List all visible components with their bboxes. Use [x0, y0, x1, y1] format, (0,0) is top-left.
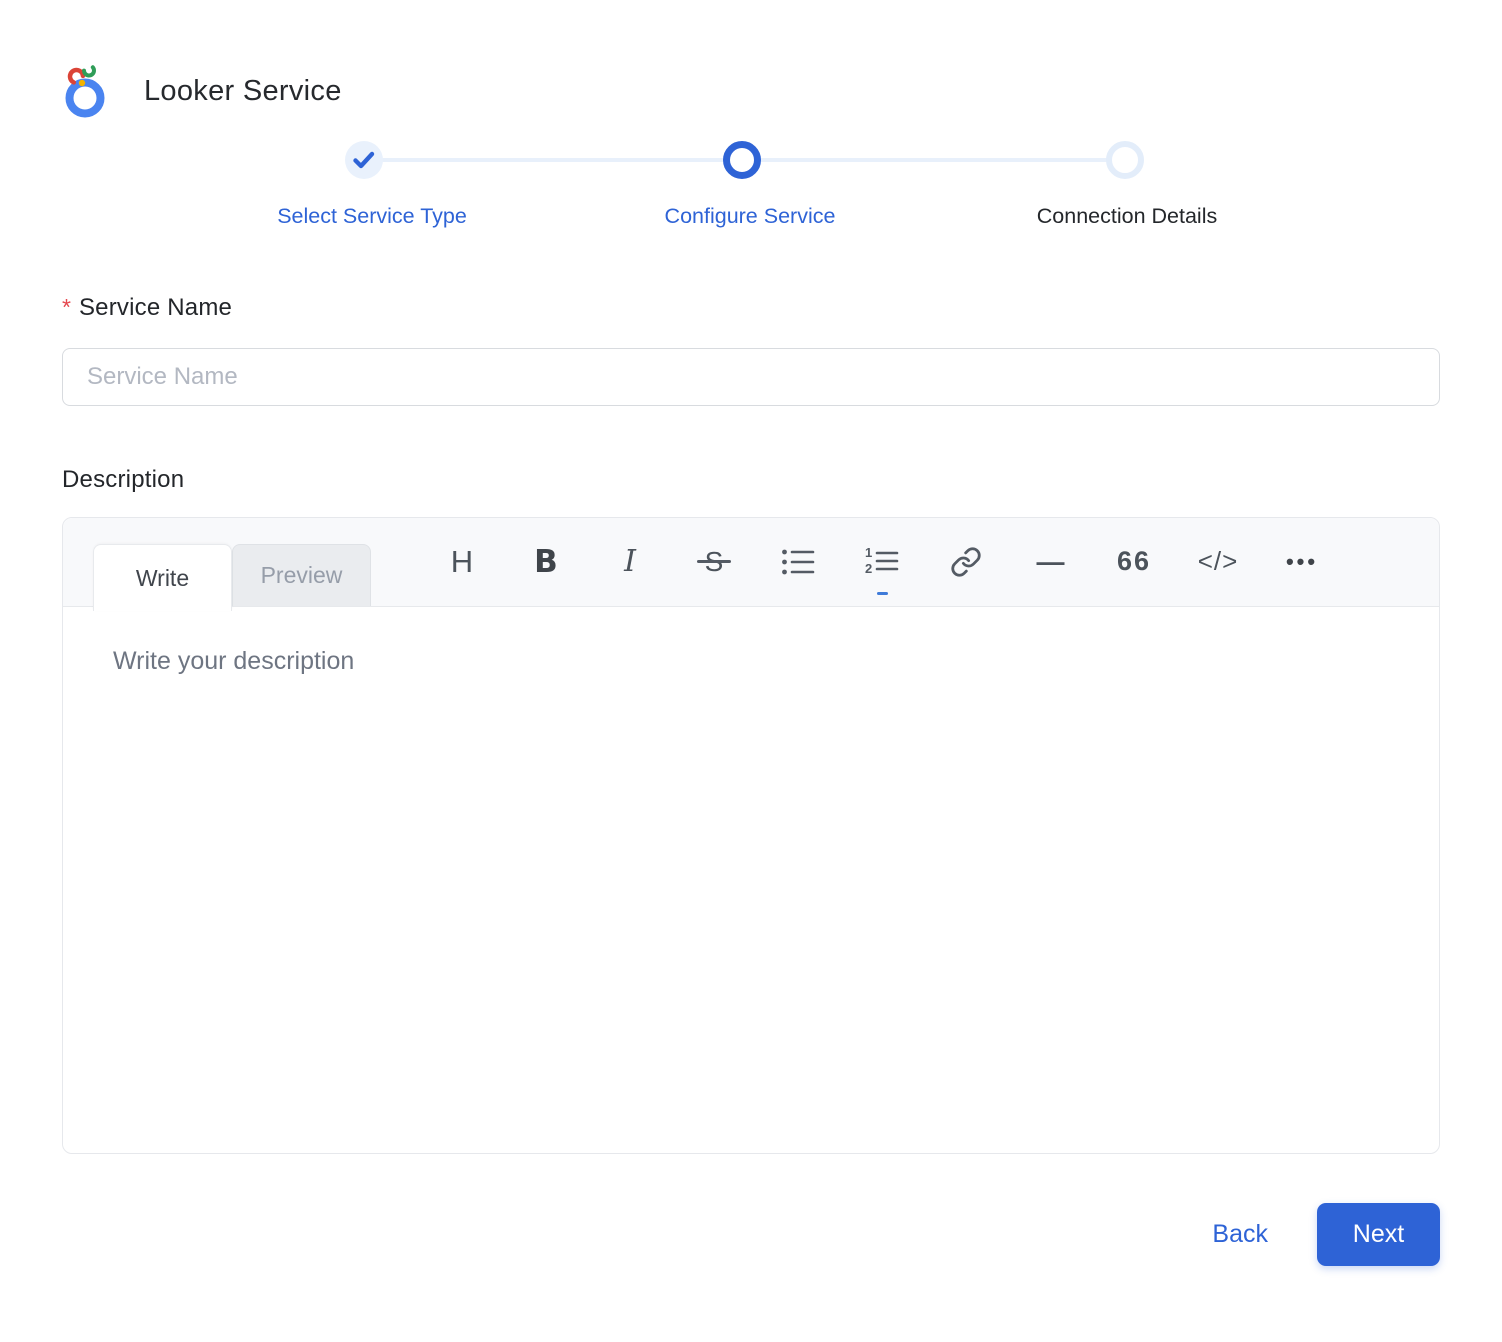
service-name-label-row: * Service Name [62, 294, 1440, 322]
step-circle-configure-service[interactable] [723, 141, 761, 179]
ordered-list-indicator [877, 591, 888, 595]
page-header: Looker Service [62, 62, 1440, 120]
quote-button[interactable]: 66 [1115, 535, 1153, 589]
ordered-list-button[interactable]: 1 2 [863, 535, 901, 595]
italic-button[interactable]: I [611, 535, 649, 589]
italic-icon: I [624, 544, 636, 579]
footer-actions: Back Next [62, 1203, 1440, 1266]
link-button[interactable] [947, 535, 985, 589]
required-asterisk: * [62, 294, 71, 320]
editor-body [63, 607, 1439, 1153]
code-icon: </> [1197, 546, 1239, 576]
next-button[interactable]: Next [1317, 1203, 1440, 1266]
bold-button[interactable]: B [527, 535, 565, 589]
step-circle-connection-details[interactable] [1106, 141, 1144, 179]
editor-header: Write Preview H B I S 1 2 — 66 </> ••• [63, 517, 1439, 611]
description-editor: Write Preview H B I S 1 2 — 66 </> ••• W… [62, 517, 1440, 1154]
editor-toolbar: H B I S 1 2 — 66 </> ••• [443, 517, 1321, 606]
stepper: Select Service Type Configure Service Co… [62, 141, 1440, 237]
looker-service-wizard: Looker Service Select Service Type Confi… [0, 0, 1502, 1342]
page-title: Looker Service [144, 74, 342, 107]
service-name-label: Service Name [78, 294, 233, 321]
description-label-row: Description [62, 466, 1440, 494]
code-button[interactable]: </> [1197, 535, 1239, 589]
horizontal-rule-icon: — [1036, 545, 1065, 577]
svg-text:2: 2 [865, 561, 872, 576]
ordered-list-icon: 1 2 [865, 547, 899, 577]
tab-preview[interactable]: Preview [232, 544, 371, 606]
step-circle-select-service-type[interactable] [345, 141, 383, 179]
step-label-connection-details[interactable]: Connection Details [967, 204, 1287, 229]
check-icon [353, 151, 375, 169]
editor-tabs: Write Preview [93, 544, 371, 611]
strikethrough-button[interactable]: S [695, 535, 733, 589]
unordered-list-icon [781, 547, 815, 577]
horizontal-rule-button[interactable]: — [1031, 535, 1069, 589]
strikethrough-icon: S [696, 545, 731, 577]
tab-write[interactable]: Write [93, 544, 232, 611]
heading-button[interactable]: H [443, 535, 481, 589]
quote-icon: 66 [1116, 546, 1152, 576]
description-label: Description [62, 466, 185, 493]
bold-icon: B [534, 543, 558, 580]
heading-icon: H [450, 543, 474, 579]
service-name-input[interactable] [62, 348, 1440, 406]
step-label-select-service-type[interactable]: Select Service Type [212, 204, 532, 229]
svg-text:1: 1 [865, 547, 872, 560]
link-icon [950, 546, 982, 578]
step-label-configure-service[interactable]: Configure Service [590, 204, 910, 229]
looker-logo-icon [62, 63, 110, 119]
unordered-list-button[interactable] [779, 535, 817, 589]
back-button[interactable]: Back [1212, 1220, 1268, 1249]
more-icon: ••• [1285, 548, 1319, 574]
description-textarea[interactable] [63, 607, 1439, 1153]
more-options-button[interactable]: ••• [1283, 535, 1321, 589]
